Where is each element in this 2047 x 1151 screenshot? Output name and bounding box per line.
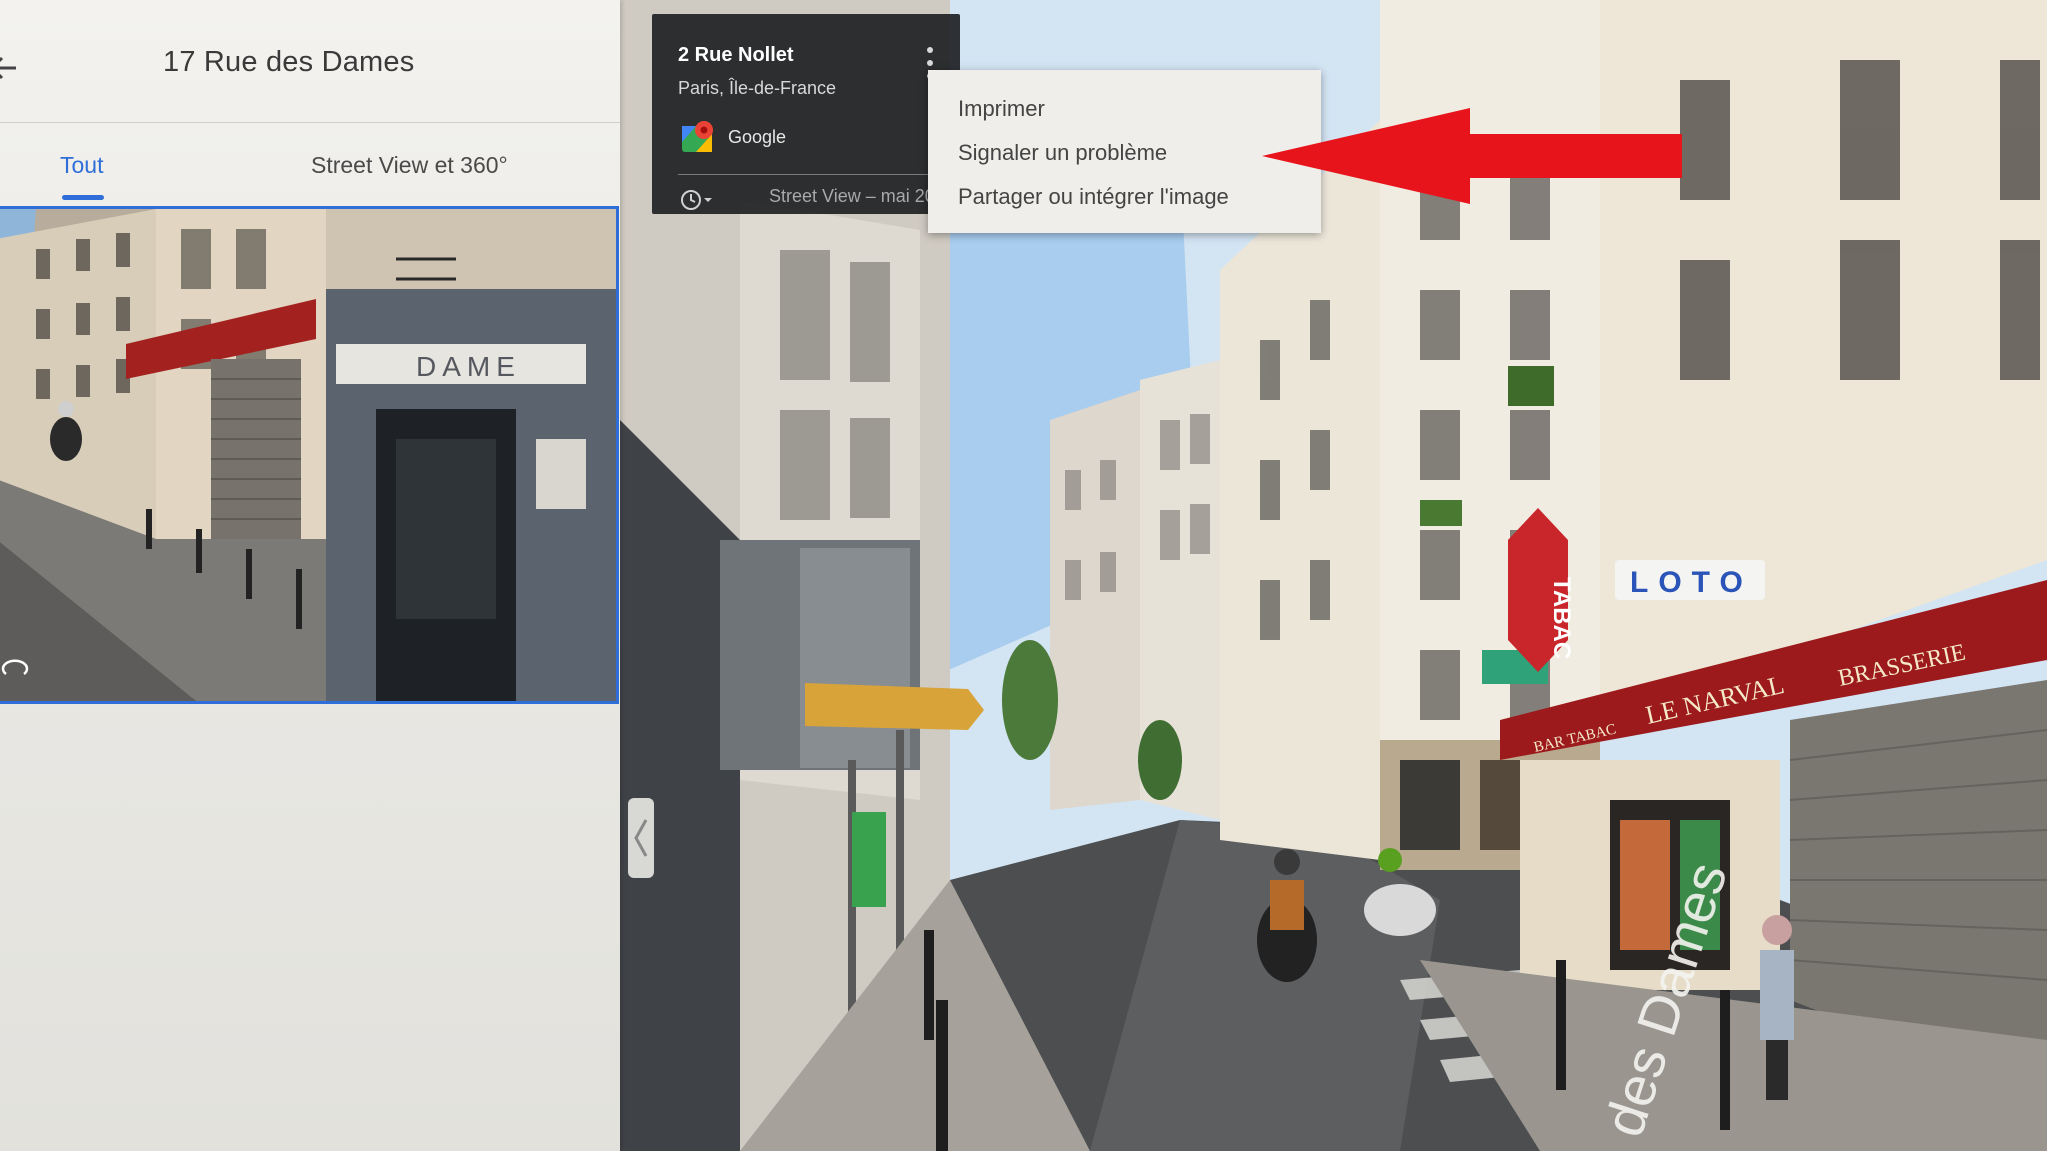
history-clock-icon[interactable] <box>680 188 714 212</box>
card-divider <box>678 174 940 175</box>
photo-tabs: Tout Street View et 360° <box>0 122 620 204</box>
card-brand: Google <box>728 127 787 147</box>
red-annotation-arrow-icon <box>1262 108 1682 204</box>
dame-sign: DAME <box>416 351 521 382</box>
tab-all[interactable]: Tout <box>60 152 103 179</box>
active-tab-indicator <box>62 195 104 200</box>
card-address: 2 Rue Nollet <box>678 44 794 66</box>
menu-item-share-embed[interactable]: Partager ou intégrer l'image <box>958 184 1229 210</box>
street-view-thumbnail[interactable]: DAME <box>0 206 619 704</box>
side-panel: 17 Rue des Dames Tout Street View et 360… <box>0 0 620 1151</box>
tab-street-view[interactable]: Street View et 360° <box>311 152 508 179</box>
back-arrow-icon[interactable] <box>0 48 28 88</box>
tabac-sign: TABAC <box>1548 577 1575 659</box>
menu-item-print[interactable]: Imprimer <box>958 96 1045 122</box>
card-region: Paris, Île-de-France <box>678 78 837 98</box>
capture-date: Street View – mai 2022 <box>769 186 955 206</box>
location-info-card: 2 Rue Nollet Paris, Île-de-France Google… <box>652 14 960 214</box>
menu-item-report-problem[interactable]: Signaler un problème <box>958 140 1167 166</box>
panel-header: 17 Rue des Dames <box>0 0 620 123</box>
place-title: 17 Rue des Dames <box>163 46 415 78</box>
loto-sign: LOTO <box>1630 566 1753 599</box>
google-maps-icon <box>682 121 713 152</box>
